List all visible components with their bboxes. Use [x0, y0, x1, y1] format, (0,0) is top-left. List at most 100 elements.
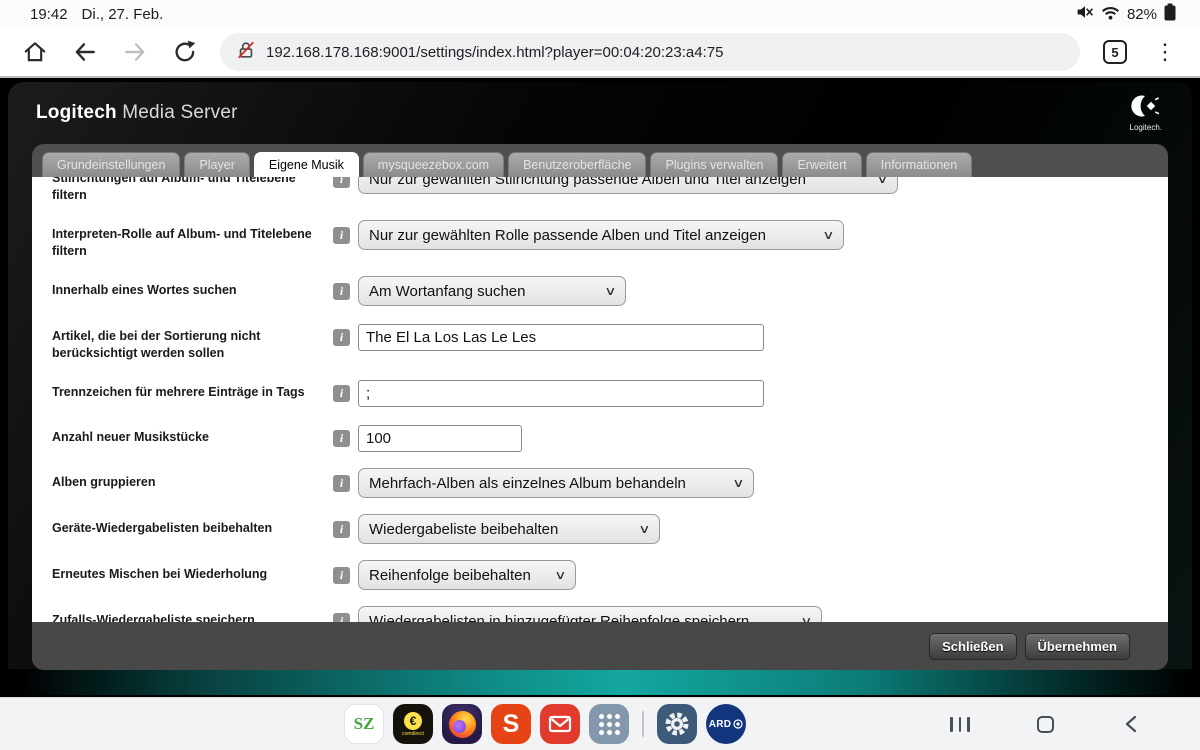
settings-form: Stilrichtungen auf Album- und Titelebene… — [32, 177, 1168, 622]
tab-player[interactable]: Player — [184, 152, 249, 177]
erneutes-mischen-select[interactable]: Reihenfolge beibehalten ∨ — [358, 560, 576, 590]
insecure-lock-icon[interactable] — [236, 39, 256, 66]
status-time: 19:42 — [30, 6, 68, 23]
setting-row-trennzeichen: Trennzeichen für mehrere Einträge in Tag… — [52, 378, 1168, 407]
info-icon[interactable]: i — [333, 329, 350, 346]
interpreten-rolle-select[interactable]: Nur zur gewählten Rolle passende Alben u… — [358, 220, 844, 250]
stilrichtung-filter-select[interactable]: Nur zur gewählten Stilrichtung passende … — [358, 177, 898, 194]
setting-label: Anzahl neuer Musikstücke — [52, 423, 333, 446]
setting-label: Innerhalb eines Wortes suchen — [52, 276, 333, 299]
tab-switcher-button[interactable]: 5 — [1094, 32, 1136, 72]
setting-label: Erneutes Mischen bei Wiederholung — [52, 560, 333, 583]
app-settings[interactable] — [657, 704, 697, 744]
tablet-screen: 19:42 Di., 27. Feb. 82% — [0, 0, 1200, 750]
chevron-down-icon: ∨ — [638, 522, 650, 536]
info-icon[interactable]: i — [333, 283, 350, 300]
settings-footer: Schließen Übernehmen — [32, 622, 1168, 670]
gear-icon — [663, 710, 691, 738]
app-sz[interactable]: SZ — [344, 704, 384, 744]
recents-button[interactable] — [950, 717, 970, 732]
app-firefox[interactable] — [442, 704, 482, 744]
tab-informationen[interactable]: Informationen — [866, 152, 972, 177]
setting-label: Interpreten-Rolle auf Album- und Titeleb… — [52, 220, 333, 260]
chevron-down-icon: ∨ — [732, 476, 744, 490]
product-name: Media Server — [117, 102, 238, 123]
firefox-icon — [449, 711, 476, 738]
chevron-down-icon: ∨ — [554, 568, 566, 582]
sparkasse-s-icon: S — [503, 710, 520, 739]
tab-grundeinstellungen[interactable]: Grundeinstellungen — [42, 152, 180, 177]
artikel-ignorieren-input[interactable] — [358, 324, 764, 351]
app-mail[interactable] — [540, 704, 580, 744]
select-value: Wiedergabelisten in hinzugefügter Reihen… — [369, 613, 749, 623]
info-icon[interactable]: i — [333, 385, 350, 402]
setting-row-wortsuche: Innerhalb eines Wortes suchen i Am Worta… — [52, 276, 1168, 306]
select-value: Mehrfach-Alben als einzelnes Album behan… — [369, 475, 686, 492]
battery-icon — [1164, 3, 1176, 25]
home-button[interactable] — [14, 32, 56, 72]
android-taskbar: SZ € comdirect S — [0, 697, 1200, 750]
brand-name: Logitech — [36, 102, 117, 123]
zufalls-wiedergabeliste-select[interactable]: Wiedergabelisten in hinzugefügter Reihen… — [358, 606, 822, 622]
lms-page-panel: Logitech Media Server Logitech. Grundein… — [8, 82, 1192, 695]
logitech-logo-icon: Logitech. — [1130, 95, 1162, 132]
select-value: Nur zur gewählten Stilrichtung passende … — [369, 177, 806, 188]
close-button[interactable]: Schließen — [929, 633, 1016, 660]
lms-header: Logitech Media Server Logitech. — [8, 82, 1192, 144]
setting-row-alben-gruppieren: Alben gruppieren i Mehrfach-Alben als ei… — [52, 468, 1168, 498]
select-value: Reihenfolge beibehalten — [369, 567, 531, 584]
setting-label: Stilrichtungen auf Album- und Titelebene… — [52, 177, 333, 204]
back-button[interactable] — [64, 32, 106, 72]
alben-gruppieren-select[interactable]: Mehrfach-Alben als einzelnes Album behan… — [358, 468, 754, 498]
setting-label: Trennzeichen für mehrere Einträge in Tag… — [52, 378, 333, 401]
setting-row-interpreten-rolle: Interpreten-Rolle auf Album- und Titeleb… — [52, 220, 1168, 260]
info-icon[interactable]: i — [333, 177, 350, 188]
url-text[interactable]: 192.168.178.168:9001/settings/index.html… — [266, 44, 723, 61]
status-bar: 19:42 Di., 27. Feb. 82% — [0, 0, 1200, 28]
teal-glow-strip — [8, 669, 1192, 695]
sz-logo-icon: SZ — [354, 714, 375, 734]
anzahl-musikstuecke-input[interactable] — [358, 425, 522, 452]
info-icon[interactable]: i — [333, 475, 350, 492]
reload-button[interactable] — [164, 32, 206, 72]
info-icon[interactable]: i — [333, 227, 350, 244]
info-icon[interactable]: i — [333, 567, 350, 584]
kebab-menu-icon: ⋮ — [1150, 41, 1180, 63]
url-bar[interactable]: 192.168.178.168:9001/settings/index.html… — [220, 33, 1080, 71]
setting-row-stilrichtungen-filtern: Stilrichtungen auf Album- und Titelebene… — [52, 177, 1168, 204]
select-value: Nur zur gewählten Rolle passende Alben u… — [369, 227, 766, 244]
browser-menu-button[interactable]: ⋮ — [1144, 32, 1186, 72]
setting-row-erneutes-mischen: Erneutes Mischen bei Wiederholung i Reih… — [52, 560, 1168, 590]
android-back-button[interactable] — [1122, 714, 1140, 734]
chevron-down-icon: ∨ — [876, 177, 888, 186]
apply-button[interactable]: Übernehmen — [1025, 633, 1130, 660]
app-sparkasse[interactable]: S — [491, 704, 531, 744]
app-ard[interactable]: ARD — [706, 704, 746, 744]
info-icon[interactable]: i — [333, 430, 350, 447]
wortsuche-select[interactable]: Am Wortanfang suchen ∨ — [358, 276, 626, 306]
tab-benutzeroberflaeche[interactable]: Benutzeroberfläche — [508, 152, 646, 177]
dock-divider — [642, 711, 644, 737]
app-drawer-button[interactable] — [589, 704, 629, 744]
app-comdirect[interactable]: € comdirect — [393, 704, 433, 744]
select-value: Wiedergabeliste beibehalten — [369, 521, 558, 538]
wiedergabelisten-beibehalten-select[interactable]: Wiedergabeliste beibehalten ∨ — [358, 514, 660, 544]
tab-mysqueezebox[interactable]: mysqueezebox.com — [363, 152, 504, 177]
setting-row-anzahl-musikstuecke: Anzahl neuer Musikstücke i — [52, 423, 1168, 452]
trennzeichen-input[interactable] — [358, 380, 764, 407]
tab-erweitert[interactable]: Erweitert — [782, 152, 861, 177]
android-home-button[interactable] — [1037, 716, 1054, 733]
tab-plugins-verwalten[interactable]: Plugins verwalten — [650, 152, 778, 177]
forward-button[interactable] — [114, 32, 156, 72]
setting-label: Artikel, die bei der Sortierung nicht be… — [52, 322, 333, 362]
chevron-down-icon: ∨ — [822, 228, 834, 242]
setting-row-artikel-sortierung: Artikel, die bei der Sortierung nicht be… — [52, 322, 1168, 362]
settings-content: Stilrichtungen auf Album- und Titelebene… — [32, 177, 1168, 622]
info-icon[interactable]: i — [333, 521, 350, 538]
comdirect-coin-icon: € — [404, 712, 422, 730]
info-icon[interactable]: i — [333, 613, 350, 622]
wifi-icon — [1101, 5, 1120, 24]
browser-toolbar: 192.168.178.168:9001/settings/index.html… — [0, 28, 1200, 78]
android-nav-buttons — [920, 714, 1200, 734]
tab-eigene-musik[interactable]: Eigene Musik — [254, 152, 359, 177]
